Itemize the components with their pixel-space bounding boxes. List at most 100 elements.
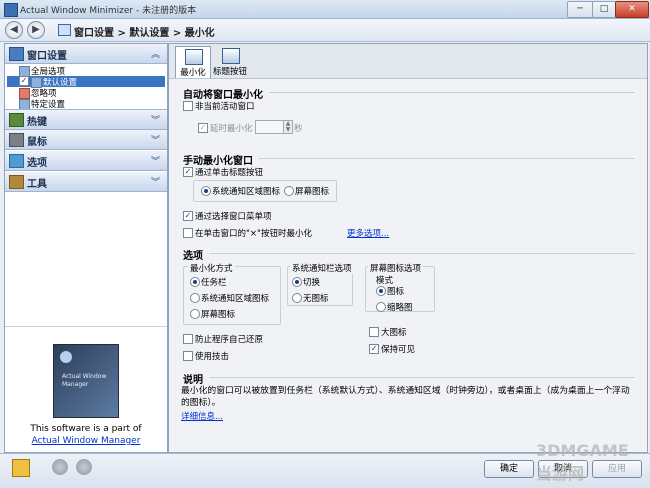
sidebar-section-label: 工具 [27, 179, 47, 190]
window-title: Actual Window Minimizer - 未注册的版本 [20, 6, 197, 16]
tools-icon [9, 175, 24, 189]
radio-screen-label: 屏幕图标 [295, 187, 330, 197]
radio-label: 任务栏 [201, 278, 227, 288]
sidebar-section-label: 热键 [27, 117, 47, 128]
section-title-manual-minimize: 手动最小化窗口 [183, 156, 253, 167]
radio-thumbnail-mode[interactable] [376, 302, 386, 312]
divider [209, 377, 635, 378]
use-trick-checkbox[interactable] [183, 351, 193, 361]
radio-toggle[interactable] [292, 277, 302, 287]
prevent-restore-checkbox[interactable] [183, 334, 193, 344]
divider [209, 253, 635, 254]
group-tray-options: 系统通知栏选项 切换 无图标 [287, 262, 354, 306]
sidebar-section-window-settings[interactable]: 窗口设置 ︽ [5, 44, 167, 64]
sidebar-section-mouse[interactable]: 鼠标 ︾ [5, 130, 167, 150]
tree-item-checkbox[interactable]: ✓ [19, 76, 29, 86]
tab-minimize[interactable]: 最小化 [175, 46, 211, 78]
minimize-window-button[interactable]: ─ [567, 1, 593, 18]
sidebar-section-label: 选项 [27, 158, 47, 169]
radio-label: 图标 [387, 287, 405, 297]
tree-item-ignore[interactable]: 忽略项 [19, 87, 139, 99]
click-title-label: 通过单击标题按钮 [195, 168, 264, 178]
chevron-down-icon[interactable]: ︾ [151, 113, 160, 126]
help-icon[interactable] [12, 459, 30, 477]
sidebar-section-label: 鼠标 [27, 137, 47, 148]
sidebar-section-tools[interactable]: 工具 ︾ [5, 172, 167, 192]
chevron-down-icon[interactable]: ︾ [151, 175, 160, 188]
title-bar: Actual Window Minimizer - 未注册的版本 ─ □ ✕ [0, 0, 650, 19]
navigation-bar: ◀ ▶ 窗口设置 > 默认设置 > 最小化 [0, 19, 650, 42]
section-title-auto-minimize: 自动将窗口最小化 [183, 90, 263, 101]
group-title: 系统通知栏选项 [290, 262, 354, 274]
delay-unit: 秒 [294, 124, 303, 134]
click-title-checkbox[interactable]: ✓ [183, 167, 193, 177]
redo-icon[interactable] [76, 459, 92, 475]
radio-tray[interactable] [190, 293, 200, 303]
details-link[interactable]: 详细信息... [181, 410, 223, 422]
radio-screen-icon[interactable] [284, 186, 294, 196]
keep-visible-checkbox[interactable]: ✓ [369, 344, 379, 354]
section-title-description: 说明 [183, 375, 203, 386]
ok-button[interactable]: 确定 [484, 460, 534, 478]
tab-title-buttons[interactable]: 标题按钮 [213, 46, 247, 77]
chevron-up-icon[interactable]: ︽ [151, 47, 160, 60]
sidebar-section-hotkeys[interactable]: 热键 ︾ [5, 109, 167, 130]
hotkey-icon [9, 113, 24, 127]
close-button-label: 在单击窗口的"×"按钮时最小化 [195, 229, 312, 239]
radio-group-click-target: 系统通知区域图标 屏幕图标 [193, 180, 337, 202]
radio-taskbar[interactable] [190, 277, 200, 287]
back-arrow-icon[interactable]: ◀ [5, 21, 23, 39]
breadcrumb: 窗口设置 > 默认设置 > 最小化 [74, 28, 215, 39]
product-box-caption: Actual Window Manager [62, 373, 107, 388]
divider [269, 92, 635, 93]
watermark: 3DMGAME 当游网 [536, 441, 629, 483]
product-logo-icon [60, 351, 72, 363]
tab-strip: 最小化 标题按钮 [169, 44, 647, 79]
close-window-button[interactable]: ✕ [615, 1, 649, 18]
tab-label: 标题按钮 [212, 67, 247, 77]
tree-item-specific[interactable]: 特定设置 [19, 98, 139, 110]
large-icon-label: 大图标 [381, 328, 407, 338]
main-panel: 最小化 标题按钮 自动将窗口最小化 非当前活动窗口 ✓ 延时最小化 1 ▲▼ 秒… [168, 43, 648, 453]
title-buttons-tab-icon [222, 48, 240, 64]
keep-visible-label: 保持可见 [381, 345, 416, 355]
page-icon [58, 24, 71, 36]
tree-item-default[interactable]: ✓ 默认设置 [7, 76, 165, 88]
options-icon [9, 154, 24, 168]
sidebar-section-options[interactable]: 选项 ︾ [5, 151, 167, 171]
menu-item-checkbox[interactable]: ✓ [183, 211, 193, 221]
group-title: 屏幕图标选项 [368, 262, 424, 274]
radio-tray-icon[interactable] [201, 186, 211, 196]
chevron-down-icon[interactable]: ︾ [151, 133, 160, 146]
delay-label: 延时最小化 [210, 124, 253, 134]
maximize-window-button[interactable]: □ [592, 1, 616, 18]
group-minimize-mode: 最小化方式 任务栏 系统通知区域图标 屏幕图标 [183, 262, 281, 325]
group-screen-options: 屏幕图标选项 模式 图标 缩略图 [365, 262, 435, 313]
undo-icon[interactable] [52, 459, 68, 475]
radio-tray-label: 系统通知区域图标 [212, 187, 281, 197]
promo-link[interactable]: Actual Window Manager [5, 436, 167, 446]
divider [5, 326, 167, 327]
divider [259, 158, 635, 159]
radio-no-icon[interactable] [292, 293, 302, 303]
non-active-checkbox[interactable] [183, 101, 193, 111]
promo-text: This software is a part of [30, 424, 142, 434]
radio-screen-icon[interactable] [190, 309, 200, 319]
window-settings-icon [9, 47, 24, 61]
forward-arrow-icon[interactable]: ▶ [27, 21, 45, 39]
mouse-icon [9, 133, 24, 147]
more-options-link[interactable]: 更多选项... [347, 227, 389, 239]
menu-item-label: 通过选择窗口菜单项 [195, 212, 272, 222]
close-button-checkbox[interactable] [183, 228, 193, 238]
chevron-down-icon[interactable]: ︾ [151, 154, 160, 167]
radio-label: 切换 [303, 278, 321, 288]
radio-icon-mode[interactable] [376, 286, 386, 296]
radio-label: 屏幕图标 [201, 310, 236, 320]
tree-item-global[interactable]: 全局选项 [19, 65, 139, 77]
app-icon [4, 3, 18, 17]
large-icon-checkbox[interactable] [369, 327, 379, 337]
spin-arrows-icon: ▲ ▼ [283, 120, 293, 134]
prevent-restore-label: 防止程序自己还原 [195, 335, 264, 345]
use-trick-label: 使用技击 [195, 352, 230, 362]
description-text: 最小化的窗口可以被放置到任务栏（系统默认方式）、系统通知区域（时钟旁边），或者桌… [181, 386, 630, 408]
